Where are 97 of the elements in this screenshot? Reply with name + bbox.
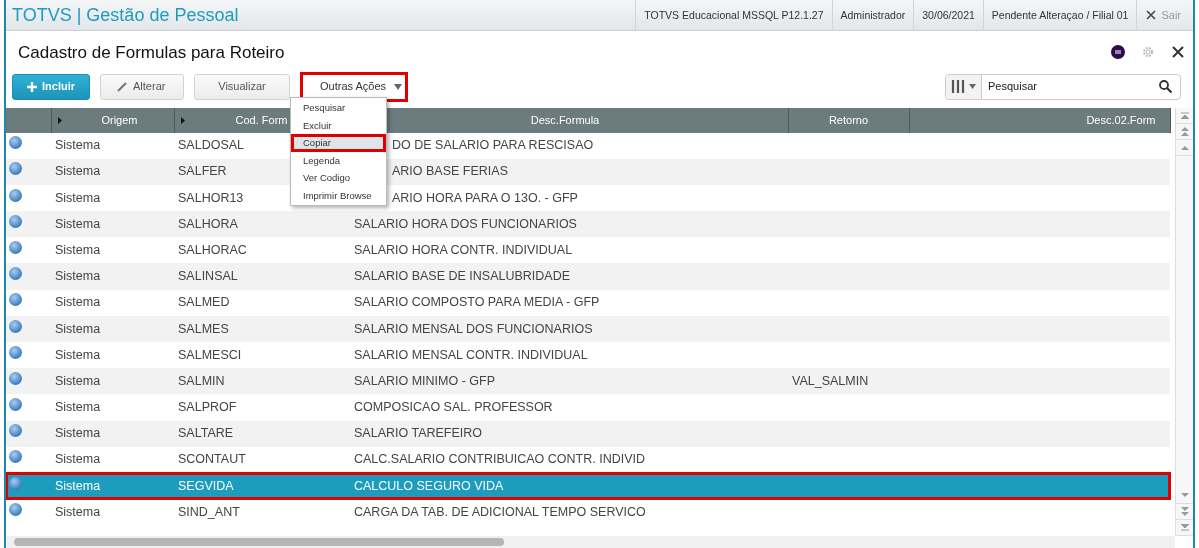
column-header[interactable]: Desc.Formula [530,113,600,126]
menu-item[interactable]: Copiar [291,134,386,152]
table-cell: Sistema [55,216,101,231]
status-dot [9,188,22,202]
table-cell: Sistema [55,504,101,519]
table-cell: SEGVIDA [178,478,234,493]
user-avatar-icon[interactable] [1111,45,1125,60]
table-cell: ARIO BASE FERIAS [392,164,508,179]
table-cell: ARIO HORA PARA O 13O. - GFP [392,190,578,205]
status-dot [9,502,22,516]
table-cell: Sistema [55,269,101,284]
table-cell: Sistema [55,400,101,415]
status-dot [9,345,22,359]
caret-icon[interactable] [969,84,976,89]
page-down-icon[interactable] [1180,507,1189,516]
columns-icon[interactable] [951,80,965,93]
table-cell: SALINSAL [178,269,238,284]
table-cell: SALMESCI [178,347,242,362]
table-cell: Sistema [55,295,101,310]
scroll-down-icon[interactable] [1180,493,1189,498]
settings-icon[interactable] [1141,45,1155,60]
table-cell: SCONTAUT [178,452,246,467]
menu-item[interactable]: Pesquisar [291,99,386,117]
column-header[interactable]: Retorno [828,113,869,126]
table-cell: CALCULO SEGURO VIDA [354,478,504,493]
status-dot [9,450,22,464]
page-title: Cadastro de Formulas para Roteiro [17,42,285,64]
expand-arrow-icon[interactable] [180,116,185,124]
table-cell: SALMED [178,295,230,310]
table-cell: CARGA DA TAB. DE ADICIONAL TEMPO SERVICO [354,504,646,519]
app-title: TOTVS | Gestão de Pessoal [11,3,239,27]
session-info: Pendente Alteraçao / Filial 01 [982,0,1137,31]
table-cell: SALMES [178,321,229,336]
table-cell: SALARIO BASE DE INSALUBRIDADE [354,269,571,284]
table-cell: SIND_ANT [178,504,240,519]
table-cell: Sistema [55,478,101,493]
table-cell: SALDOSAL [178,138,244,153]
view-button[interactable]: Visualizar [194,73,290,100]
status-dot [9,214,22,228]
session-info: TOTVS Educacional MSSQL P12.1.27 [635,0,832,31]
table-cell: SALHOR13 [178,190,244,205]
scroll-top-icon[interactable] [1180,111,1189,119]
table-cell: SALTARE [178,426,234,441]
table-cell: CALC.SALARIO CONTRIBUICAO CONTR. INDIVID [354,452,645,467]
table-cell: DO DE SALARIO PARA RESCISAO [392,138,594,153]
status-dot [9,136,22,150]
page-up-icon[interactable] [1180,126,1189,136]
table-cell: COMPOSICAO SAL. PROFESSOR [354,400,553,415]
table-cell: Sistema [55,164,101,179]
table-cell: SALARIO COMPOSTO PARA MEDIA - GFP [354,295,600,310]
table-cell: SALARIO MENSAL DOS FUNCIONARIOS [354,321,593,336]
status-dot [9,476,22,490]
table-cell: Sistema [55,242,101,257]
close-icon [1146,10,1157,20]
table-cell: SALHORA [178,216,238,231]
scroll-bottom-icon[interactable] [1180,524,1189,531]
vertical-scrollbar[interactable] [1175,107,1193,536]
search-box[interactable]: Pesquisar [945,73,1181,100]
search-icon[interactable] [1159,80,1172,93]
status-dot [9,240,22,254]
table-cell: SALARIO TAREFEIRO [354,426,483,441]
status-dot [9,162,22,176]
horizontal-scrollbar[interactable] [6,536,1175,548]
session-info: 30/06/2021 [913,0,983,31]
expand-arrow-icon[interactable] [57,116,62,124]
table-cell: SALPROF [178,400,237,415]
close-icon[interactable] [1171,45,1185,60]
status-dot [9,371,22,385]
table-cell: Sistema [55,190,101,205]
menu-item[interactable]: Ver Codigo [291,169,386,187]
status-dot [9,398,22,412]
plus-icon [27,81,37,92]
session-info: Administrador [831,0,914,31]
table-cell: SALARIO HORA DOS FUNCIONARIOS [354,216,577,231]
column-header[interactable]: Desc.02.Form [1086,113,1156,126]
status-dot [9,267,22,281]
table-cell: SALARIO MINIMO - GFP [354,373,495,388]
table-cell: Sistema [55,347,101,362]
table-cell: SALFER [178,164,227,179]
table-cell: SALARIO HORA CONTR. INDIVIDUAL [354,242,573,257]
table-cell: VAL_SALMIN [792,373,869,388]
caret-icon [394,83,402,90]
table-cell: Sistema [55,452,101,467]
table-cell: Sistema [55,138,101,153]
table-cell: SALMIN [178,373,225,388]
table-cell: Sistema [55,321,101,336]
column-header[interactable]: Cod. Form [235,111,288,129]
status-dot [9,319,22,333]
table-cell: SALARIO MENSAL CONTR. INDIVIDUAL [354,347,588,362]
edit-button[interactable]: Alterar [100,73,184,100]
table-cell: SALHORAC [178,242,247,257]
table-cell: Sistema [55,373,101,388]
pencil-icon [117,81,128,92]
table-cell: Sistema [55,426,101,441]
scroll-up-icon[interactable] [1180,144,1189,150]
status-dot [9,293,22,307]
status-dot [9,424,22,438]
